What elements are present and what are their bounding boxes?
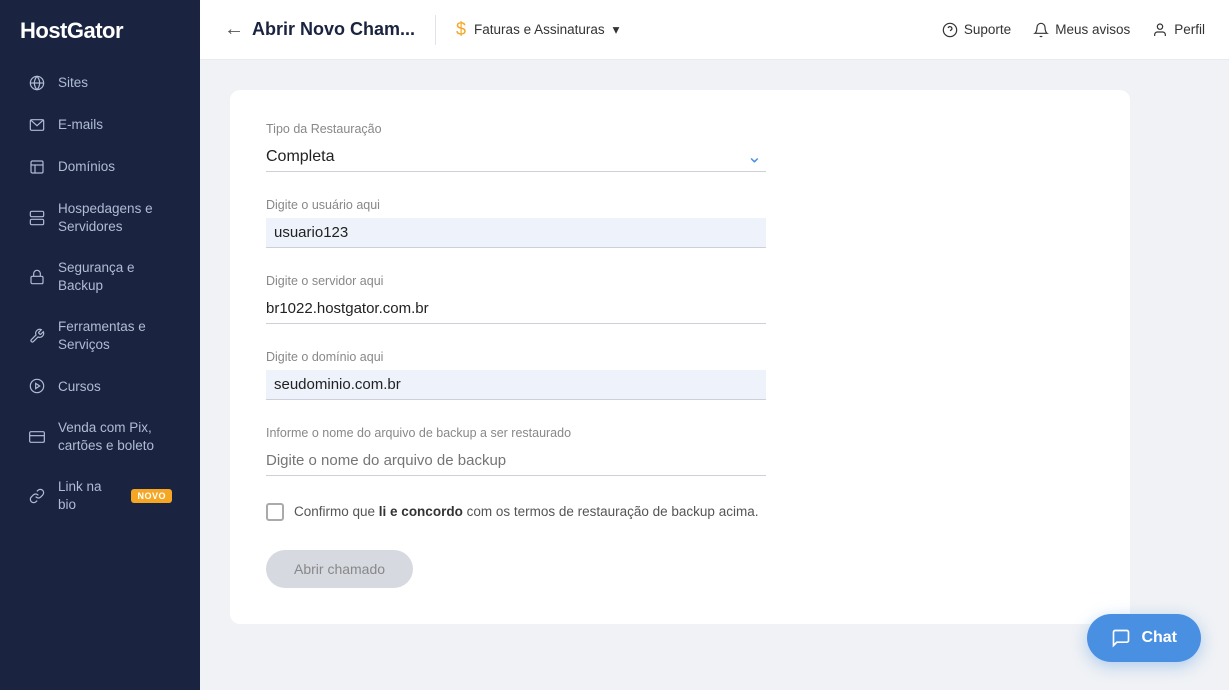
- server-icon: [28, 209, 46, 227]
- sidebar-item-emails[interactable]: E-mails: [8, 105, 192, 145]
- billing-icon: $: [456, 19, 466, 40]
- server-input[interactable]: [266, 294, 766, 324]
- server-field-group: Digite o servidor aqui: [266, 274, 1094, 324]
- novo-badge: NOVO: [131, 489, 172, 503]
- backup-input[interactable]: [266, 446, 766, 476]
- page-title: Abrir Novo Cham...: [252, 19, 415, 40]
- sidebar-logo: HostGator: [0, 0, 200, 62]
- chat-button[interactable]: Chat: [1087, 614, 1201, 662]
- topnav: ← Abrir Novo Cham... $ Faturas e Assinat…: [200, 0, 1229, 60]
- notifications-button[interactable]: Meus avisos: [1033, 22, 1130, 38]
- restoration-type-group: Tipo da Restauração Completa ⌄: [266, 122, 1094, 172]
- chat-icon: [1111, 628, 1131, 648]
- sidebar-item-emails-label: E-mails: [58, 116, 103, 134]
- main-area: ← Abrir Novo Cham... $ Faturas e Assinat…: [200, 0, 1229, 690]
- sidebar-item-venda-pix[interactable]: Venda com Pix, cartões e boleto: [8, 408, 192, 465]
- tool-icon: [28, 327, 46, 345]
- sidebar-item-hospedagens-label: Hospedagens e Servidores: [58, 200, 172, 235]
- link-icon: [28, 487, 46, 505]
- terms-checkbox[interactable]: [266, 503, 284, 521]
- sidebar: HostGator Sites E-mails Domínios Hospeda…: [0, 0, 200, 690]
- backup-field-label: Informe o nome do arquivo de backup a se…: [266, 426, 1094, 440]
- sidebar-item-link-bio[interactable]: Link na bio NOVO: [8, 467, 192, 524]
- sidebar-nav: Sites E-mails Domínios Hospedagens e Ser…: [0, 62, 200, 690]
- lock-icon: [28, 268, 46, 286]
- checkbox-text-before: Confirmo que: [294, 504, 379, 519]
- sidebar-item-dominios-label: Domínios: [58, 158, 115, 176]
- bell-icon: [1033, 22, 1049, 38]
- user-field-label: Digite o usuário aqui: [266, 198, 1094, 212]
- sidebar-item-dominios[interactable]: Domínios: [8, 147, 192, 187]
- backup-field-group: Informe o nome do arquivo de backup a se…: [266, 426, 1094, 476]
- server-field-label: Digite o servidor aqui: [266, 274, 1094, 288]
- restoration-type-label: Tipo da Restauração: [266, 122, 1094, 136]
- billing-label: Faturas e Assinaturas: [474, 22, 605, 37]
- sidebar-item-venda-pix-label: Venda com Pix, cartões e boleto: [58, 419, 172, 454]
- sidebar-item-sites[interactable]: Sites: [8, 63, 192, 103]
- user-icon: [1152, 22, 1168, 38]
- domain-input[interactable]: [266, 370, 766, 400]
- support-button[interactable]: Suporte: [942, 22, 1011, 38]
- terms-checkbox-row: Confirmo que li e concordo com os termos…: [266, 502, 866, 522]
- billing-button[interactable]: $ Faturas e Assinaturas ▾: [456, 19, 619, 40]
- globe-icon: [28, 74, 46, 92]
- question-icon: [942, 22, 958, 38]
- chat-label: Chat: [1141, 629, 1177, 647]
- checkbox-bold: li e concordo: [379, 504, 463, 519]
- credit-card-icon: [28, 428, 46, 446]
- sidebar-item-cursos-label: Cursos: [58, 378, 101, 396]
- terms-text: Confirmo que li e concordo com os termos…: [294, 502, 758, 522]
- topnav-divider: [435, 15, 436, 45]
- user-input[interactable]: [266, 218, 766, 248]
- mail-icon: [28, 116, 46, 134]
- submit-button[interactable]: Abrir chamado: [266, 550, 413, 588]
- play-circle-icon: [28, 377, 46, 395]
- checkbox-text-after: com os termos de restauração de backup a…: [463, 504, 759, 519]
- back-arrow-icon: ←: [224, 18, 244, 41]
- domain-field-label: Digite o domínio aqui: [266, 350, 1094, 364]
- domain-field-group: Digite o domínio aqui: [266, 350, 1094, 400]
- notifications-label: Meus avisos: [1055, 22, 1130, 37]
- sidebar-item-cursos[interactable]: Cursos: [8, 366, 192, 406]
- sidebar-item-ferramentas-label: Ferramentas e Serviços: [58, 318, 172, 353]
- billing-chevron-icon: ▾: [613, 22, 620, 38]
- profile-label: Perfil: [1174, 22, 1205, 37]
- profile-button[interactable]: Perfil: [1152, 22, 1205, 38]
- sidebar-item-seguranca-label: Segurança e Backup: [58, 259, 172, 294]
- support-label: Suporte: [964, 22, 1011, 37]
- sidebar-item-seguranca[interactable]: Segurança e Backup: [8, 248, 192, 305]
- restoration-type-select-wrapper: Completa ⌄: [266, 142, 766, 172]
- sidebar-item-sites-label: Sites: [58, 74, 88, 92]
- topnav-actions: Suporte Meus avisos Perfil: [942, 22, 1205, 38]
- sidebar-item-hospedagens[interactable]: Hospedagens e Servidores: [8, 189, 192, 246]
- page-content: Tipo da Restauração Completa ⌄ Digite o …: [200, 60, 1229, 690]
- form-card: Tipo da Restauração Completa ⌄ Digite o …: [230, 90, 1130, 624]
- user-field-group: Digite o usuário aqui: [266, 198, 1094, 248]
- layout-icon: [28, 158, 46, 176]
- restoration-type-select[interactable]: Completa: [266, 142, 766, 172]
- back-button[interactable]: ← Abrir Novo Cham...: [224, 18, 415, 41]
- sidebar-item-ferramentas[interactable]: Ferramentas e Serviços: [8, 307, 192, 364]
- sidebar-item-link-bio-label: Link na bio: [58, 478, 115, 513]
